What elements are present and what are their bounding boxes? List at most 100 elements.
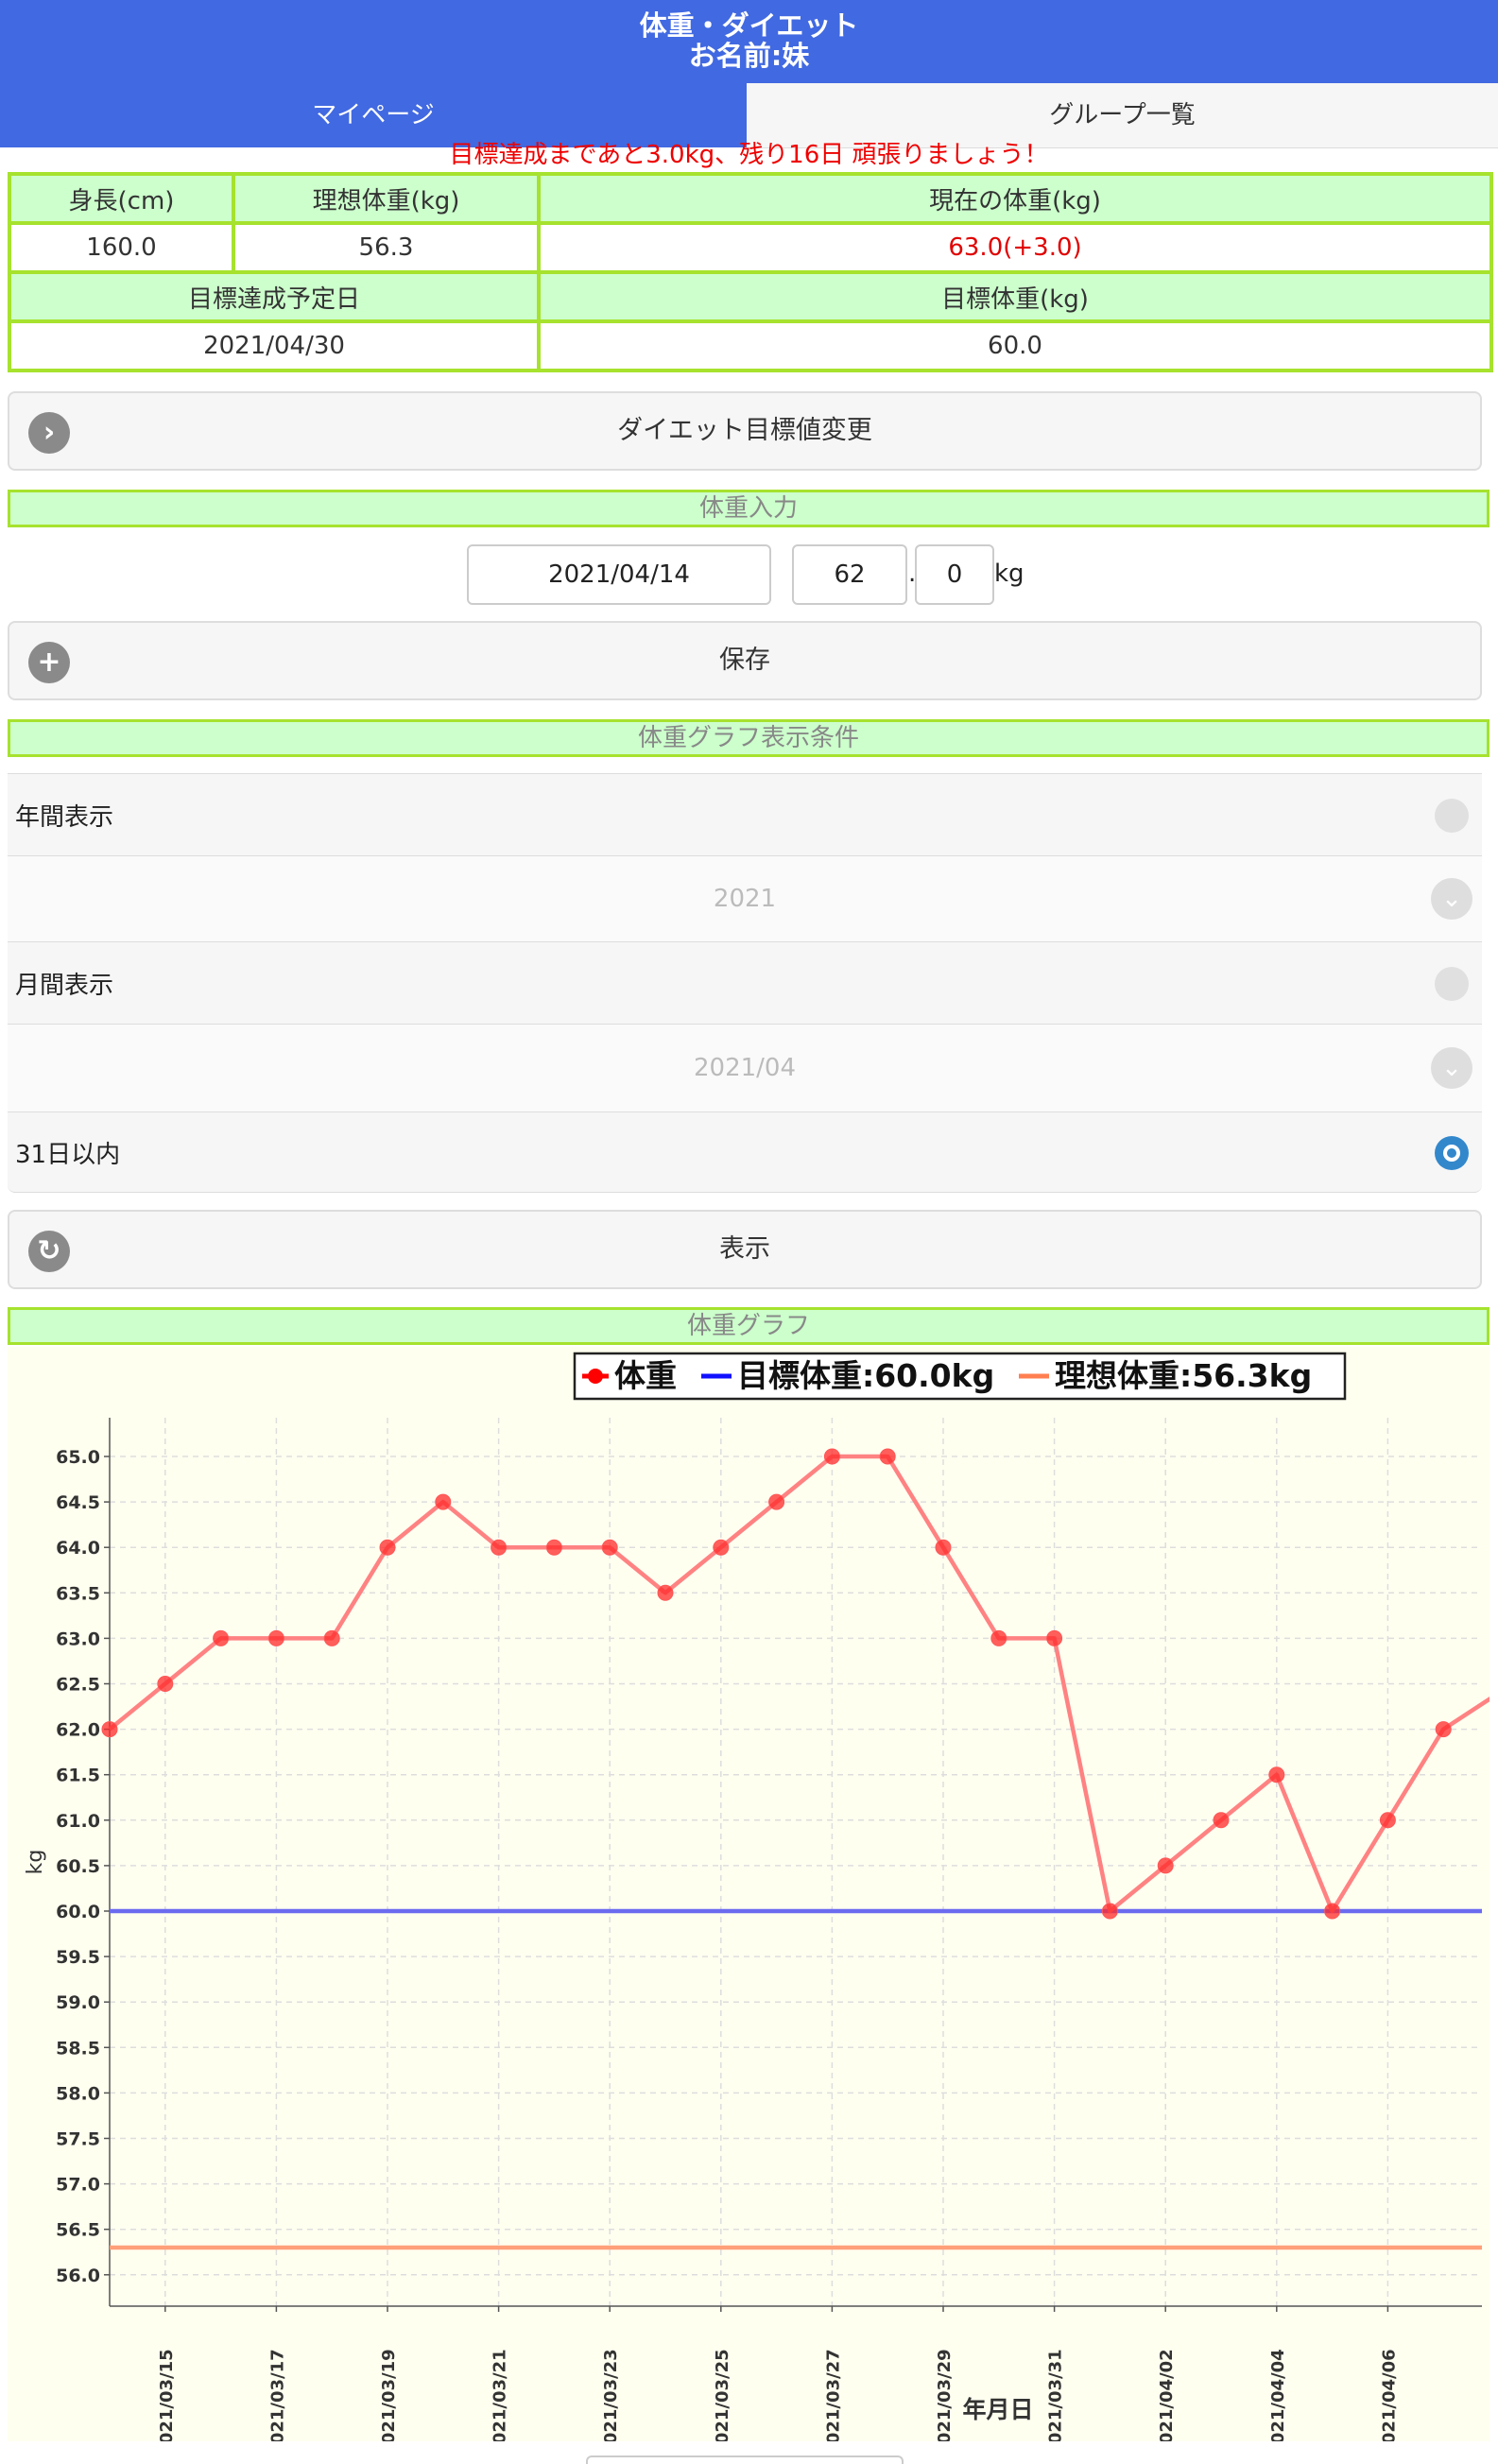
user-name: お名前:妹	[688, 40, 810, 72]
x-tick-label: 2021/03/31	[1046, 2349, 1066, 2441]
x-tick-label: 2021/03/29	[935, 2349, 955, 2441]
x-tick-label: 2021/03/19	[379, 2349, 399, 2441]
target-date-label: 目標達成予定日	[8, 270, 541, 323]
y-tick-label: 61.0	[56, 1811, 100, 1832]
y-tick-label: 65.0	[56, 1447, 100, 1468]
refresh-icon: ↻	[28, 1231, 70, 1272]
y-tick-label: 57.0	[56, 2175, 100, 2196]
legend-weight-label: 体重	[614, 1357, 677, 1394]
y-tick-label: 58.5	[56, 2038, 100, 2059]
weight-point	[768, 1493, 785, 1510]
weight-point	[213, 1629, 230, 1646]
weight-unit-label: kg	[994, 560, 1024, 588]
weight-point	[323, 1629, 340, 1646]
weight-point	[267, 1629, 284, 1646]
goal-message: 目標達成まであと3.0kg、残り16日 頑張りましょう！	[449, 142, 1049, 168]
y-axis-title: kg	[24, 1850, 47, 1875]
date-input[interactable]: 2021/04/14	[467, 544, 771, 605]
radio-icon	[1435, 799, 1469, 833]
change-goal-button[interactable]: › ダイエット目標値変更	[8, 391, 1482, 471]
weight-chart-svg: 56.0 56.5 57.0 57.5 58.0 58.5 59.0 59.5 60.0 60.5…	[8, 1347, 1489, 2441]
yearly-view-label: 年間表示	[15, 802, 114, 832]
weight-point	[1324, 1903, 1341, 1920]
target-weight-value: 60.0	[537, 319, 1493, 372]
save-button[interactable]: + 保存	[8, 621, 1482, 700]
chevron-down-icon: ⌄	[1431, 1047, 1472, 1089]
monthly-view-radio[interactable]: 月間表示	[8, 941, 1482, 1025]
current-weight-label: 現在の体重(kg)	[537, 172, 1493, 225]
weight-point	[935, 1539, 952, 1556]
legend-target-label: 目標体重:60.0kg	[737, 1357, 994, 1394]
y-tick-label: 58.0	[56, 2083, 100, 2104]
weight-point	[657, 1584, 674, 1601]
current-weight-value: 63.0(+3.0)	[537, 221, 1493, 274]
y-tick-label: 63.0	[56, 1628, 100, 1649]
y-tick-label: 64.5	[56, 1492, 100, 1513]
weight-point	[157, 1676, 174, 1692]
ideal-weight-label: 理想体重(kg)	[232, 172, 541, 225]
recent-31days-label: 31日以内	[15, 1140, 121, 1169]
x-tick-label: 2021/04/02	[1157, 2349, 1177, 2441]
target-weight-label: 目標体重(kg)	[537, 270, 1493, 323]
year-select-value: 2021	[713, 885, 777, 913]
y-tick-label: 59.5	[56, 1947, 100, 1968]
legend-weight-marker	[588, 1369, 603, 1384]
y-tick-label: 59.0	[56, 1992, 100, 2013]
x-tick-label: 2021/03/25	[713, 2349, 732, 2441]
graph-conditions-section-title: 体重グラフ表示条件	[8, 719, 1489, 757]
legend-ideal-label: 理想体重:56.3kg	[1055, 1357, 1312, 1394]
recent-31days-radio[interactable]: 31日以内	[8, 1111, 1482, 1193]
weight-point	[1268, 1766, 1285, 1783]
radio-selected-icon	[1435, 1136, 1469, 1170]
month-select[interactable]: 2021/04 ⌄	[8, 1025, 1482, 1111]
yearly-view-radio[interactable]: 年間表示	[8, 773, 1482, 856]
plot-area	[110, 1418, 1482, 2306]
x-tick-label: 2021/03/15	[157, 2349, 177, 2441]
weight-point	[879, 1448, 896, 1465]
weight-point	[823, 1448, 840, 1465]
weight-point	[435, 1493, 452, 1510]
month-select-value: 2021/04	[693, 1054, 796, 1082]
weight-point	[491, 1539, 508, 1556]
x-tick-label: 2021/03/17	[267, 2349, 287, 2441]
weight-point	[1157, 1857, 1174, 1874]
radio-icon	[1435, 967, 1469, 1001]
y-tick-label: 61.5	[56, 1766, 100, 1786]
target-date-value: 2021/04/30	[8, 319, 541, 372]
height-value: 160.0	[8, 221, 235, 274]
show-graph-button[interactable]: ↻ 表示	[8, 1210, 1482, 1289]
change-goal-label: ダイエット目標値変更	[617, 416, 872, 445]
scroll-pager[interactable]	[586, 2455, 904, 2464]
save-label: 保存	[719, 646, 770, 675]
year-select[interactable]: 2021 ⌄	[8, 856, 1482, 941]
weight-point	[601, 1539, 618, 1556]
y-tick-label: 56.0	[56, 2266, 100, 2286]
weight-decimal-input[interactable]: 0	[915, 544, 994, 605]
plus-icon: +	[28, 642, 70, 683]
weight-point	[1046, 1629, 1063, 1646]
y-tick-label: 60.0	[56, 1902, 100, 1922]
x-axis-title: 年月日	[962, 2396, 1033, 2423]
weight-chart: 56.0 56.5 57.0 57.5 58.0 58.5 59.0 59.5 60.0 60.5…	[8, 1347, 1489, 2441]
y-tick-label: 60.5	[56, 1856, 100, 1877]
y-tick-label: 62.0	[56, 1720, 100, 1741]
weight-point	[101, 1721, 118, 1738]
x-tick-label: 2021/04/04	[1268, 2349, 1288, 2441]
y-tick-label: 62.5	[56, 1675, 100, 1696]
app-header: 体重・ダイエット お名前:妹	[0, 0, 1498, 83]
y-tick-label: 63.5	[56, 1583, 100, 1604]
weight-input-section-title: 体重入力	[8, 490, 1489, 527]
weight-point	[990, 1629, 1007, 1646]
ideal-weight-value: 56.3	[232, 221, 541, 274]
app-root: 体重・ダイエット お名前:妹 マイページ グループ一覧 目標達成まであと3.0k…	[0, 0, 1498, 2464]
chevron-down-icon: ⌄	[1431, 878, 1472, 920]
show-graph-label: 表示	[719, 1234, 770, 1264]
x-tick-label: 2021/03/27	[823, 2349, 843, 2441]
tab-group-list[interactable]: グループ一覧	[747, 83, 1498, 148]
weight-integer-input[interactable]: 62	[792, 544, 907, 605]
chevron-right-icon: ›	[28, 412, 70, 454]
tab-mypage[interactable]: マイページ	[0, 83, 747, 147]
diet-info-table: 身長(cm) 理想体重(kg) 現在の体重(kg) 160.0 56.3 63.…	[8, 172, 1493, 372]
weight-point	[713, 1539, 730, 1556]
monthly-view-label: 月間表示	[15, 971, 114, 1000]
